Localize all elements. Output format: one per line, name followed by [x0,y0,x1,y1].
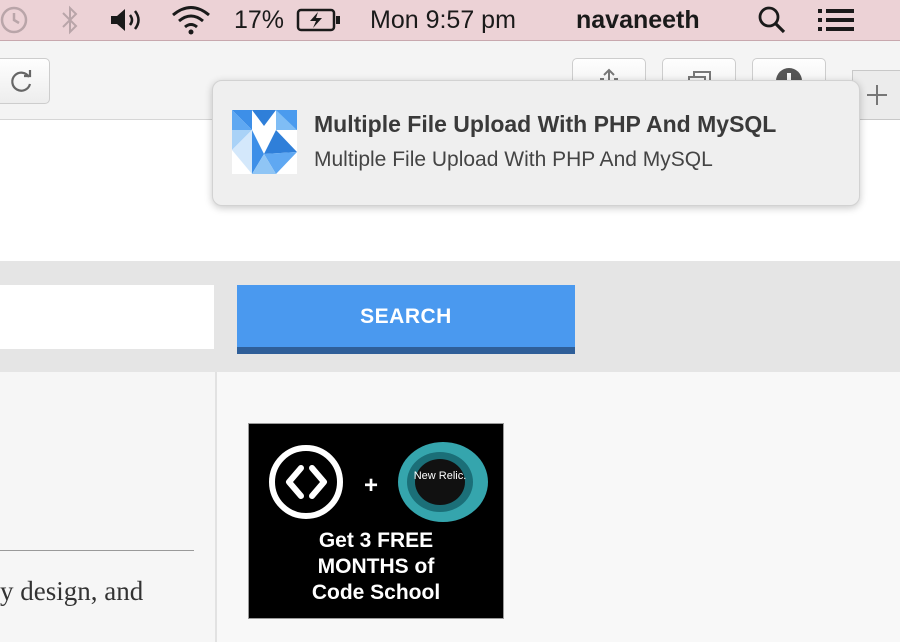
macos-menu-bar: 17% Mon 9:57 pm navaneeth [0,0,900,41]
ad-line-3: Code School [311,581,441,604]
article-body-snippet: y design, and [0,576,144,606]
wifi-icon[interactable] [170,0,212,40]
battery-charging-icon[interactable] [296,0,342,40]
bluetooth-icon[interactable] [58,0,84,40]
new-tab-icon [867,85,887,105]
article-divider-line [0,550,194,551]
reload-button[interactable] [0,58,50,104]
ad-headline: Get 3 FREE MONTHS of Code School [249,528,503,606]
tuts-plus-logo-icon [232,110,297,174]
battery-percent: 17% [234,5,285,34]
ad-line-1: Get 3 FREE [318,529,434,552]
ad-logos: + New Relic. [269,442,488,522]
menubar-clock[interactable]: Mon 9:57 pm [370,0,516,40]
menubar-user-name[interactable]: navaneeth [576,0,700,40]
volume-icon[interactable] [109,0,147,40]
new-relic-logo-icon: New Relic. [398,442,488,522]
time-machine-icon[interactable] [0,0,32,40]
code-school-ad[interactable]: + New Relic. Get 3 FREE MONTHS of Code S… [248,423,504,619]
search-button[interactable]: SEARCH [237,285,575,354]
reload-icon [11,70,32,92]
ad-plus-sign: + [364,472,378,499]
new-relic-logo-text: New Relic. [414,470,467,482]
spotlight-search-icon[interactable] [757,0,787,40]
code-school-logo-icon [269,445,343,519]
notification-title: Multiple File Upload With PHP And MySQL [314,111,777,137]
notification-center-icon[interactable] [817,0,855,40]
ad-line-2: MONTHS of [317,555,435,578]
search-input[interactable] [0,285,214,349]
notification-body: Multiple File Upload With PHP And MySQL [314,148,713,171]
notification-banner[interactable]: Multiple File Upload With PHP And MySQL … [212,80,860,206]
article-body-text: y design, and [0,576,215,616]
